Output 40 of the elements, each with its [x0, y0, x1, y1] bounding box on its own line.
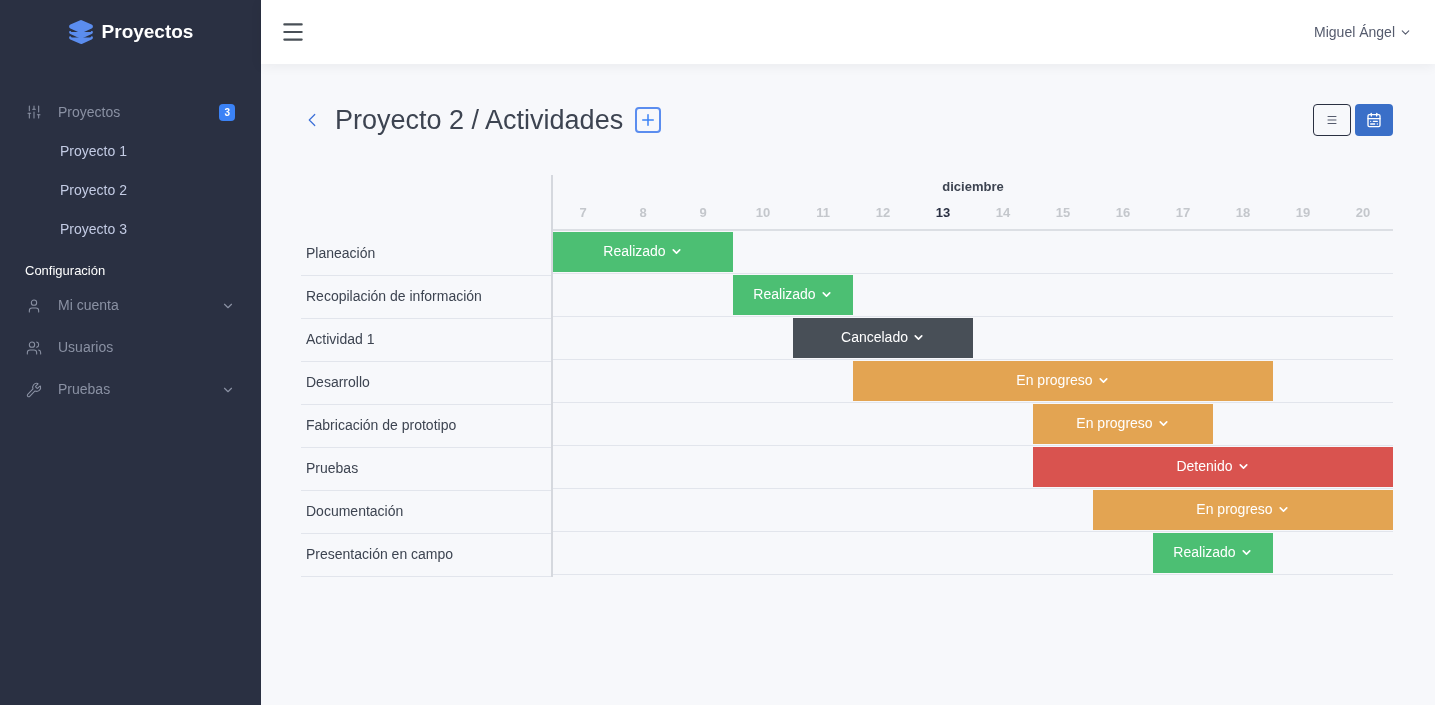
day-label: 13 — [935, 203, 951, 222]
user-menu[interactable]: Miguel Ángel — [1314, 21, 1416, 43]
sidebar-item[interactable]: Pruebas — [0, 368, 261, 411]
sliders-icon — [26, 104, 42, 120]
activity-name: Actividad 1 — [306, 330, 375, 349]
section-heading: Configuración — [24, 262, 107, 280]
sidebar-item[interactable]: Proyectos 3 — [0, 92, 261, 132]
status-dropdown[interactable]: En progreso — [853, 360, 1273, 401]
wrench-icon — [26, 381, 42, 398]
month-label: diciembre — [942, 178, 1004, 196]
activity-name: Planeación — [306, 244, 376, 263]
page-title: Proyecto 2 / Actividades — [335, 104, 624, 137]
status-dropdown[interactable]: En progreso — [1033, 403, 1213, 444]
brand-name: Proyectos — [101, 19, 194, 44]
status-dropdown[interactable]: Cancelado — [793, 317, 973, 358]
sidebar-subitem[interactable]: Proyecto 2 — [0, 171, 261, 210]
sidebar-item[interactable]: Mi cuenta — [0, 284, 261, 327]
status-dropdown[interactable]: Detenido — [1033, 446, 1393, 487]
sidebar-subitem[interactable]: Proyecto 1 — [0, 132, 261, 171]
status-dropdown[interactable]: Realizado — [553, 231, 733, 272]
sidebar-subitem[interactable]: Proyecto 3 — [0, 210, 261, 249]
activity-name: Presentación en campo — [306, 545, 454, 564]
list-view-button[interactable] — [1313, 104, 1351, 137]
activity-name: Fabricación de prototipo — [306, 416, 457, 435]
activity-name: Desarrollo — [306, 373, 370, 392]
status-dropdown[interactable]: Realizado — [733, 274, 853, 315]
status-dropdown[interactable]: En progreso — [1093, 489, 1393, 530]
activity-name: Recopilación de información — [306, 287, 482, 306]
activity-name: Pruebas — [306, 459, 359, 478]
activity-name: Documentación — [306, 502, 404, 521]
calendar-view-button[interactable] — [1355, 104, 1393, 137]
sidebar-item[interactable]: Usuarios — [0, 326, 261, 369]
add-button[interactable] — [635, 107, 662, 134]
layers-logo-icon — [67, 19, 94, 45]
user-icon — [26, 297, 42, 314]
count-badge: 3 — [219, 103, 235, 121]
calendar-icon — [1366, 112, 1382, 129]
list-icon — [1326, 114, 1338, 127]
users-icon — [26, 339, 42, 356]
status-dropdown[interactable]: Realizado — [1153, 532, 1273, 573]
